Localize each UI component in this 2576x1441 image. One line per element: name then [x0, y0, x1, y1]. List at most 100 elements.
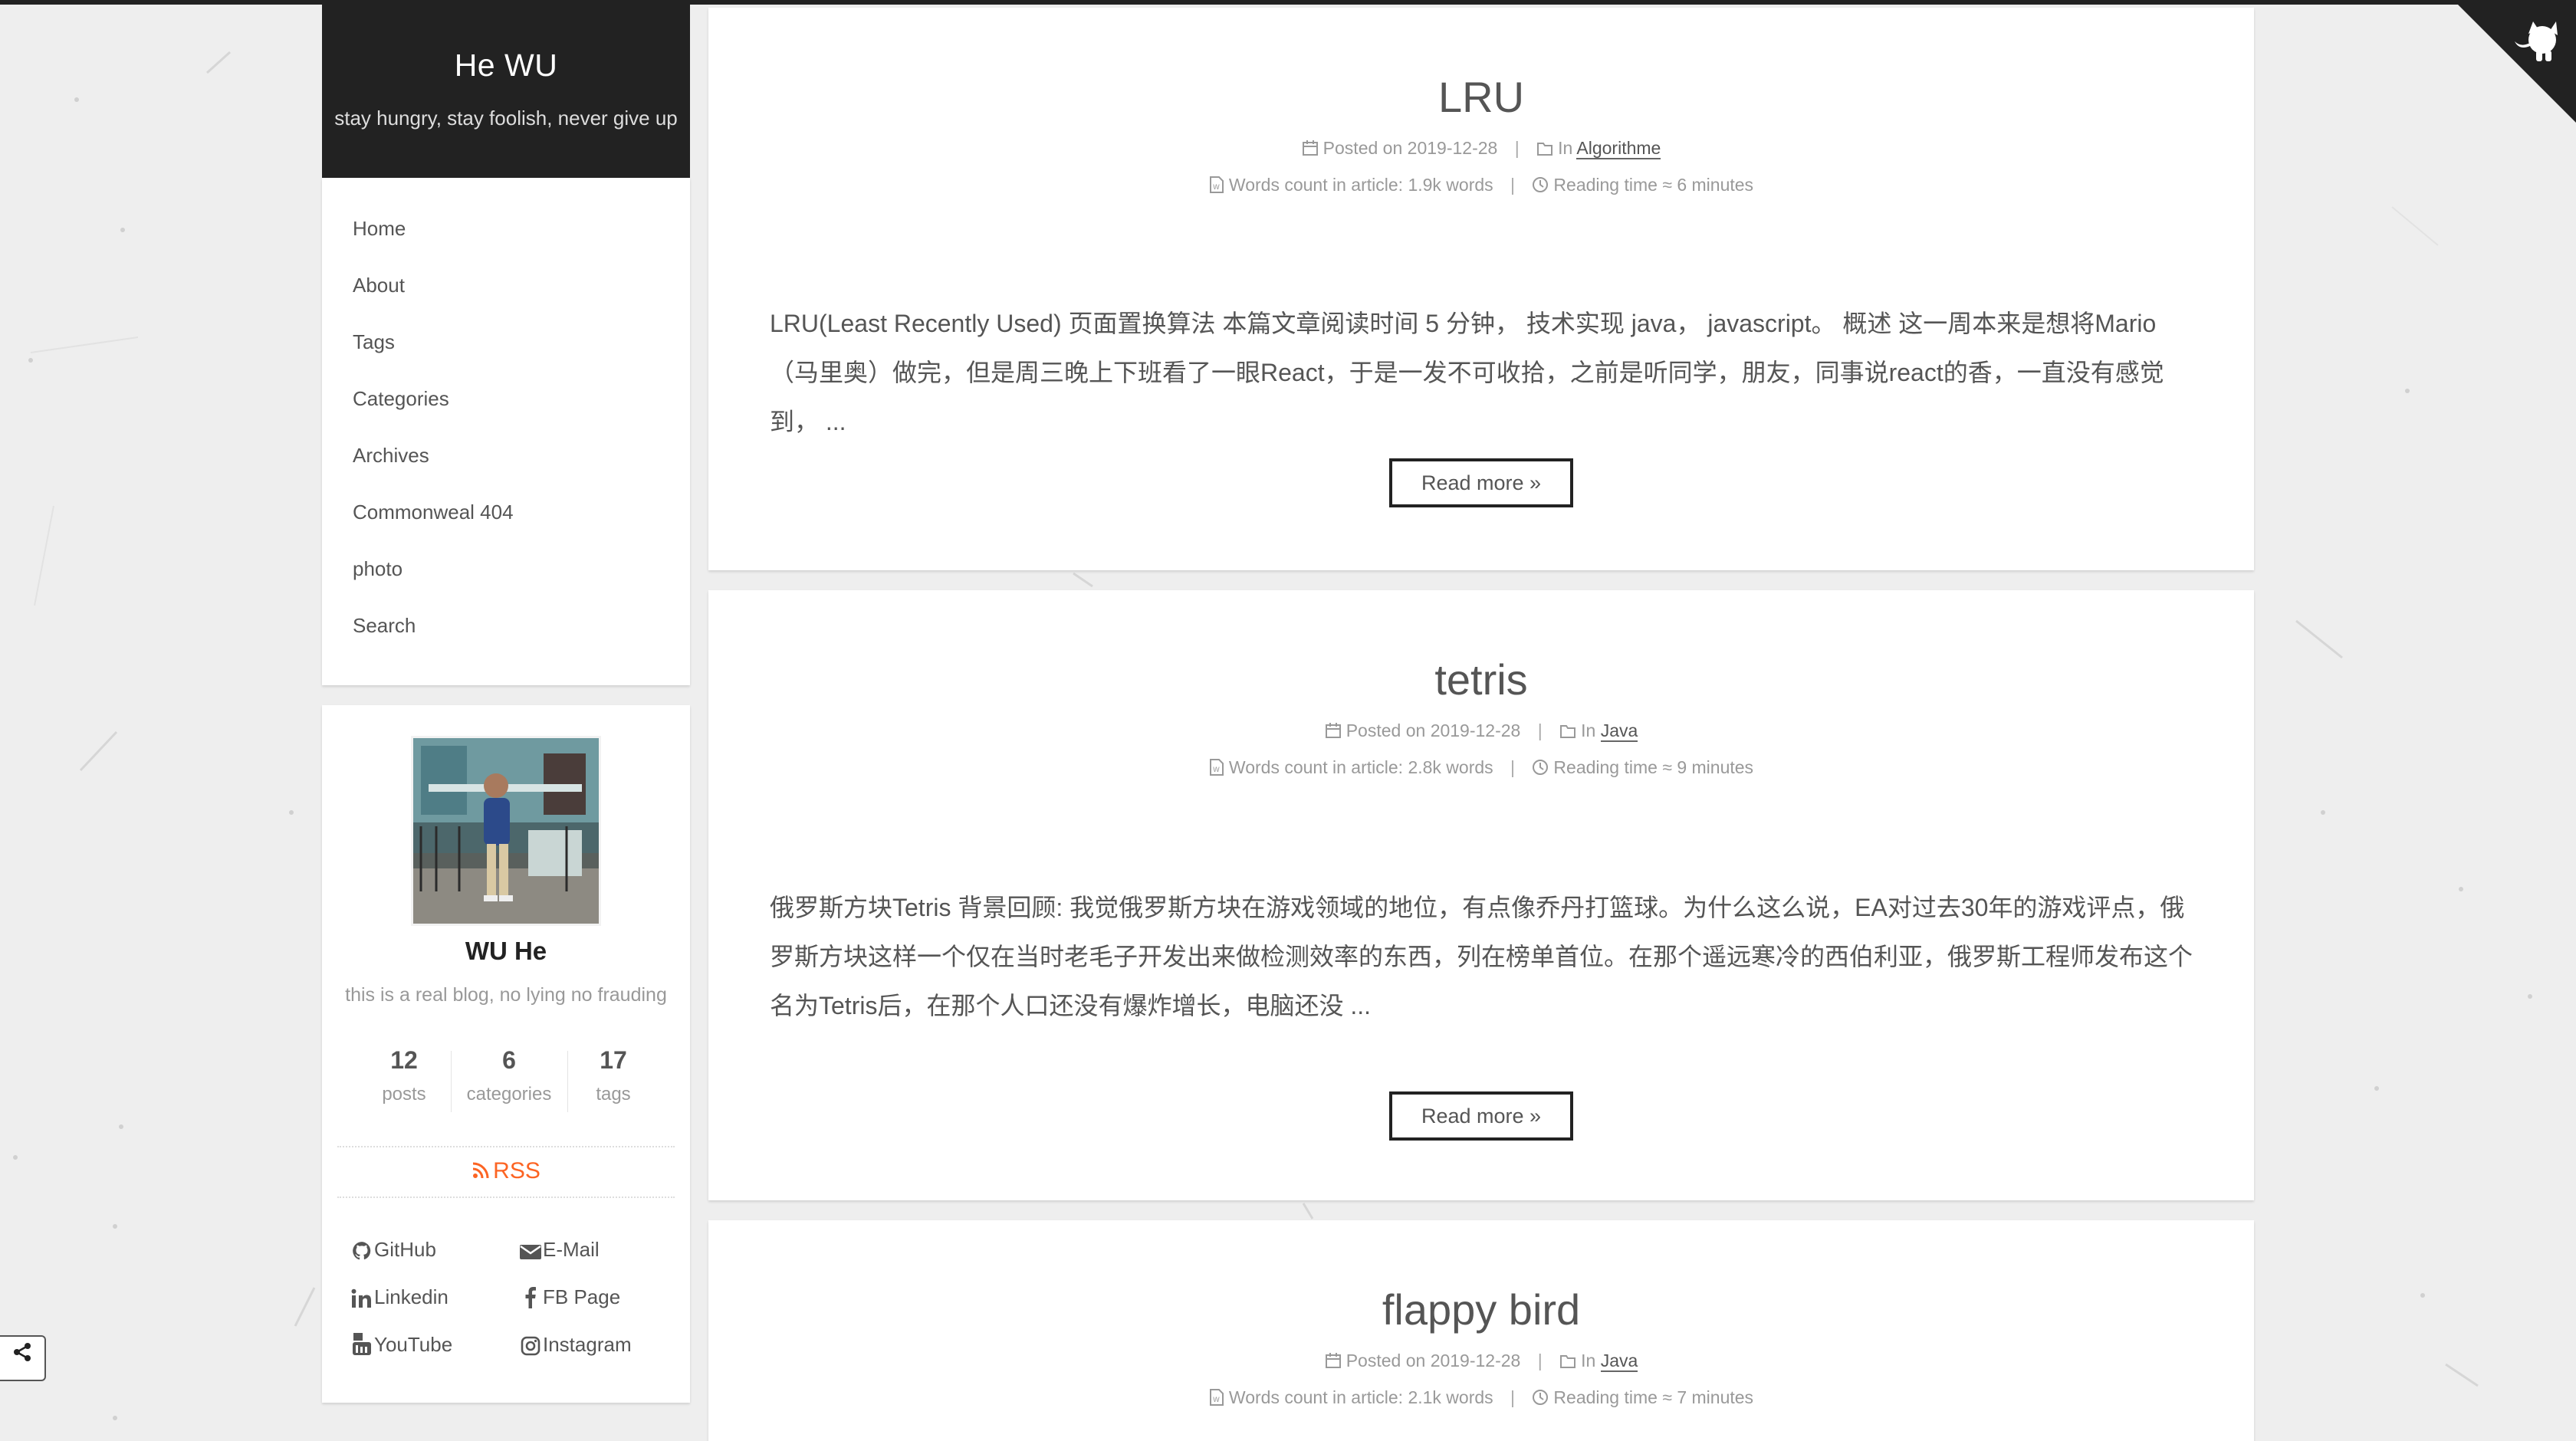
stat-tags-label: tags	[596, 1084, 631, 1105]
calendar-icon	[1302, 140, 1318, 156]
category-in-label: In	[1581, 1351, 1596, 1370]
reading-time-label: Reading time ≈	[1553, 1387, 1672, 1407]
post-stats: W Words count in article: 2.8k words | Re…	[708, 757, 2254, 778]
share-button[interactable]	[0, 1335, 46, 1381]
svg-text:W: W	[1213, 184, 1220, 192]
post-excerpt: LRU(Least Recently Used) 页面置换算法 本篇文章阅读时间…	[770, 310, 2164, 435]
github-label: GitHub	[374, 1238, 436, 1261]
rss-row: RSS	[337, 1146, 675, 1198]
github-icon	[350, 1236, 374, 1266]
category-in-label: In	[1558, 138, 1573, 158]
post-category-link[interactable]: Java	[1600, 720, 1638, 742]
words-count-label: Words count in article:	[1228, 757, 1404, 777]
post-date: 2019-12-28	[1430, 1351, 1521, 1370]
meta-divider: |	[1537, 720, 1543, 740]
youtube-label: YouTube	[374, 1333, 453, 1356]
stat-divider	[567, 1051, 568, 1112]
stat-posts-count: 12	[390, 1046, 418, 1074]
github-corner-link[interactable]	[2453, 0, 2576, 123]
post-meta: Posted on 2019-12-28 | In Java	[708, 720, 2254, 742]
share-icon	[14, 1343, 31, 1361]
author-description: this is a real blog, no lying no fraudin…	[345, 984, 667, 1006]
category-in-label: In	[1581, 720, 1596, 740]
post-meta: Posted on 2019-12-28 | In Java	[708, 1351, 2254, 1372]
site-stats: 12 posts 6 categories 17 tags	[322, 1046, 690, 1131]
instagram-label: Instagram	[543, 1333, 632, 1356]
rss-link[interactable]: RSS	[472, 1158, 540, 1183]
menu-item-about[interactable]: About	[322, 273, 690, 330]
youtube-link[interactable]: YouTube	[350, 1329, 452, 1360]
svg-text:W: W	[1213, 766, 1220, 774]
read-more-button[interactable]: Read more »	[1389, 1091, 1573, 1141]
stat-tags[interactable]: 17 tags	[575, 1046, 652, 1115]
meta-divider: |	[1514, 138, 1520, 158]
reading-time-label: Reading time ≈	[1553, 757, 1672, 777]
file-word-icon: W	[1209, 1389, 1224, 1406]
stat-categories-label: categories	[466, 1084, 552, 1105]
linkedin-link[interactable]: Linkedin	[350, 1282, 449, 1312]
post-title[interactable]: tetris	[708, 655, 2254, 704]
github-link[interactable]: GitHub	[350, 1234, 436, 1265]
main-menu: Home About Tags Categories Archives Comm…	[322, 178, 690, 685]
stat-posts-label: posts	[382, 1084, 426, 1105]
menu-item-archives[interactable]: Archives	[322, 443, 690, 500]
facebook-link[interactable]: FB Page	[518, 1282, 620, 1312]
file-word-icon: W	[1209, 759, 1224, 776]
post-category-link[interactable]: Java	[1600, 1351, 1638, 1372]
post-card: flappy bird Posted on 2019-12-28 | In Ja…	[708, 1220, 2254, 1441]
reading-time-label: Reading time ≈	[1553, 175, 1672, 195]
post-title[interactable]: flappy bird	[708, 1285, 2254, 1334]
words-count: 1.9k words	[1408, 175, 1493, 195]
author-name: WU He	[465, 937, 547, 965]
words-count-label: Words count in article:	[1228, 1387, 1404, 1407]
email-label: E-Mail	[543, 1238, 600, 1261]
post-card: tetris Posted on 2019-12-28 | In Java WW…	[708, 590, 2254, 1200]
calendar-icon	[1325, 723, 1341, 738]
folder-icon	[1537, 143, 1553, 156]
menu-item-search[interactable]: Search	[322, 613, 690, 670]
post-stats: W Words count in article: 1.9k words | Re…	[708, 175, 2254, 195]
menu-item-commonweal-404[interactable]: Commonweal 404	[322, 500, 690, 556]
folder-icon	[1560, 725, 1576, 738]
stat-posts[interactable]: 12 posts	[362, 1046, 446, 1115]
envelope-icon	[518, 1236, 543, 1266]
linkedin-icon	[350, 1283, 374, 1314]
reading-time: 9 minutes	[1677, 757, 1754, 777]
words-count: 2.8k words	[1408, 757, 1493, 777]
linkedin-label: Linkedin	[374, 1285, 449, 1308]
meta-divider: |	[1510, 757, 1516, 777]
avatar	[411, 736, 601, 926]
post-title[interactable]: LRU	[708, 72, 2254, 122]
svg-text:W: W	[1213, 1397, 1220, 1404]
menu-item-home[interactable]: Home	[322, 216, 690, 273]
words-count-label: Words count in article:	[1228, 175, 1404, 195]
post-category-link[interactable]: Algorithme	[1576, 138, 1661, 159]
reading-time: 6 minutes	[1677, 175, 1754, 195]
rss-label: RSS	[493, 1158, 540, 1183]
octocat-icon	[2453, 0, 2576, 123]
read-more-button[interactable]: Read more »	[1389, 458, 1573, 507]
folder-icon	[1560, 1355, 1576, 1368]
menu-item-categories[interactable]: Categories	[322, 386, 690, 443]
menu-item-tags[interactable]: Tags	[322, 330, 690, 386]
facebook-icon	[518, 1283, 543, 1314]
posted-on-label: Posted on	[1346, 1351, 1426, 1370]
instagram-link[interactable]: Instagram	[518, 1329, 632, 1360]
rss-icon	[473, 1162, 489, 1179]
site-brand: He WU stay hungry, stay foolish, never g…	[322, 5, 690, 178]
file-word-icon: W	[1209, 176, 1224, 193]
menu-item-photo[interactable]: photo	[322, 556, 690, 613]
posted-on-label: Posted on	[1322, 138, 1403, 158]
clock-icon	[1533, 1390, 1549, 1405]
stat-tags-count: 17	[600, 1046, 627, 1074]
calendar-icon	[1325, 1353, 1341, 1368]
words-count: 2.1k words	[1408, 1387, 1493, 1407]
stat-categories[interactable]: 6 categories	[457, 1046, 561, 1115]
post-stats: W Words count in article: 2.1k words | Re…	[708, 1387, 2254, 1408]
clock-icon	[1533, 760, 1549, 775]
clock-icon	[1533, 177, 1549, 192]
email-link[interactable]: E-Mail	[518, 1234, 600, 1265]
site-subtitle: stay hungry, stay foolish, never give up	[334, 107, 678, 130]
post-card: LRU Posted on 2019-12-28 | In Algorithme…	[708, 8, 2254, 570]
site-title[interactable]: He WU	[322, 5, 690, 84]
